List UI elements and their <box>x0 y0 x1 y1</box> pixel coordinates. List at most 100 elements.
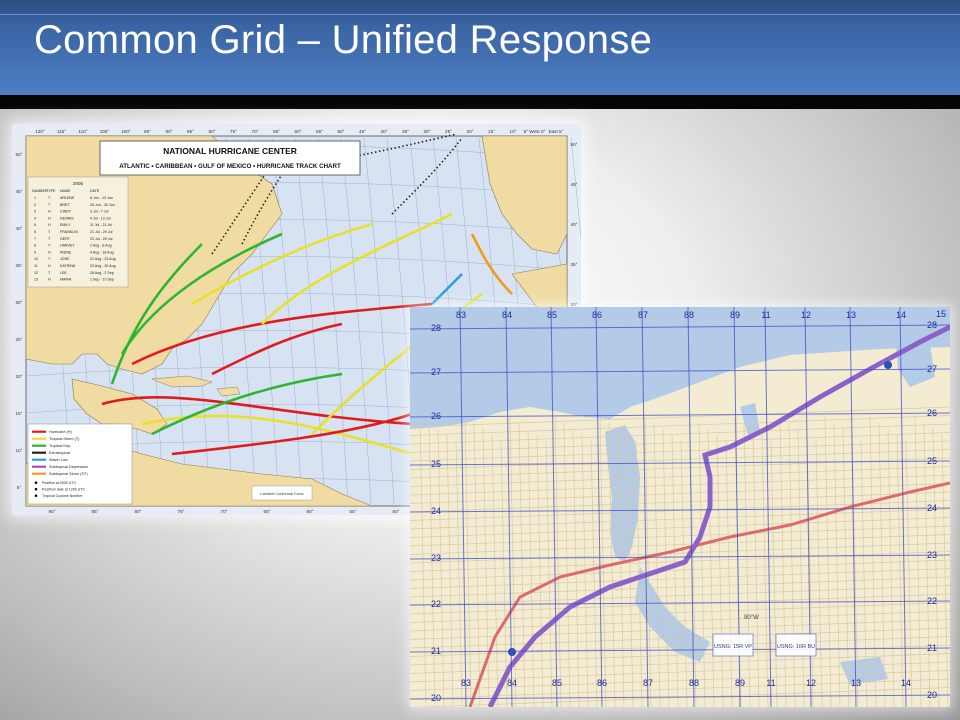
top-longitude-label: 35° <box>402 129 409 134</box>
top-longitude-label: 90° <box>166 129 173 134</box>
title-bar: Common Grid – Unified Response <box>0 0 960 95</box>
grid-bottom-label: 84 <box>507 678 517 688</box>
chart-header-line1: NATIONAL HURRICANE CENTER <box>163 146 297 156</box>
storm-date: 11 Jul - 21 Jul <box>90 223 112 227</box>
storm-date: 4 Aug - 18 Aug <box>90 250 114 254</box>
storm-number: 5 <box>34 223 36 227</box>
left-latitude-label: 50° <box>16 152 23 157</box>
legend-label: Hurricane (H) <box>49 430 73 434</box>
top-longitude-label: 50° <box>338 129 345 134</box>
storm-type: H <box>48 250 51 254</box>
bottom-longitude-label: 85° <box>92 509 99 514</box>
grid-right-label: 21 <box>927 643 937 653</box>
grid-bottom-label: 13 <box>851 678 861 688</box>
grid-right-label: 23 <box>927 550 937 560</box>
bottom-longitude-label: 55° <box>350 509 357 514</box>
storm-name: CINDY <box>60 210 72 214</box>
legend-note-marker <box>34 494 38 498</box>
grid-bottom-label: 86 <box>597 678 607 688</box>
left-latitude-label: 30° <box>16 300 23 305</box>
grid-right-label: 26 <box>927 408 937 418</box>
usng-callout-label: USNG: 15R VP <box>714 644 752 650</box>
grid-left-label: 23 <box>431 553 441 563</box>
grid-right-label: 25 <box>927 456 937 466</box>
storm-date: 23 Jul - 25 Jul <box>90 237 113 241</box>
bottom-longitude-label: 90° <box>49 509 56 514</box>
top-longitude-label: 80° <box>209 129 216 134</box>
storm-name: BRET <box>60 203 70 207</box>
legend-label: Subtropical Depression <box>49 465 88 469</box>
grid-left-label: 27 <box>431 367 441 377</box>
usng-callout-label: USNG: 16R BU <box>777 644 815 650</box>
top-longitude-label: 55° <box>316 129 323 134</box>
grid-bottom-label: 11 <box>766 678 775 688</box>
storm-number: 10 <box>34 257 38 261</box>
left-latitude-label: 25° <box>16 337 23 342</box>
right-latitude-label: 50° <box>571 142 578 147</box>
top-longitude-label: 70° <box>252 129 259 134</box>
storm-date: 1 Sep - 10 Sep <box>90 278 114 282</box>
title-divider-line <box>0 14 960 15</box>
meridian-label: 90°W <box>744 615 759 621</box>
grid-bottom-label: 87 <box>643 678 653 688</box>
right-latitude-label: 45° <box>571 182 578 187</box>
storm-type: H <box>48 216 51 220</box>
storm-type: H <box>48 210 51 214</box>
grid-right-label: 24 <box>927 503 937 513</box>
grid-top-label: 83 <box>456 310 466 320</box>
legend-note: Tropical Cyclone Number <box>42 494 83 498</box>
bottom-longitude-label: 75° <box>178 509 185 514</box>
chart-legend-box <box>27 423 133 505</box>
grid-top-label: 85 <box>547 310 557 320</box>
top-longitude-label: 15° <box>488 129 495 134</box>
corner-grid-label: 15 <box>936 309 946 319</box>
storm-name: MARIA <box>60 278 72 282</box>
legend-label: Tropical Dep. <box>49 444 71 448</box>
storm-number: 4 <box>34 216 36 220</box>
storm-date: 4 Jul - 13 Jul <box>90 216 111 220</box>
bottom-longitude-label: 50° <box>393 509 400 514</box>
title-underline-band <box>0 95 960 109</box>
usng-grid-map: 83 84 85 86 87 88 89 11 12 13 14 83 84 85 86 87 88 89 11 12… <box>409 306 958 709</box>
storm-date: 21 Jul - 29 Jul <box>90 230 113 234</box>
grid-top-label: 84 <box>502 310 512 320</box>
top-longitude-label: 100° <box>121 129 131 134</box>
grid-bottom-label: 12 <box>806 678 816 688</box>
grid-left-label: 25 <box>431 459 441 469</box>
bottom-longitude-label: 65° <box>264 509 271 514</box>
grid-top-label: 13 <box>846 310 856 320</box>
bottom-longitude-label: 70° <box>221 509 228 514</box>
legend-note-marker <box>34 481 38 485</box>
storm-table-year: 2005 <box>73 181 84 186</box>
grid-left-label: 24 <box>431 506 441 516</box>
legend-note-marker <box>34 487 38 491</box>
grid-top-label: 86 <box>592 310 602 320</box>
slide-title: Common Grid – Unified Response <box>34 18 653 62</box>
bottom-longitude-label: 80° <box>135 509 142 514</box>
storm-table-header: NAME <box>60 189 71 193</box>
storm-number: 7 <box>34 237 36 241</box>
chart-header-line2: ATLANTIC • CARIBBEAN • GULF OF MEXICO • … <box>119 163 341 170</box>
top-longitude-label: 60° <box>295 129 302 134</box>
interstate-shield-icon <box>508 648 516 656</box>
grid-top-label: 87 <box>638 310 648 320</box>
grid-right-label: 20 <box>927 690 937 700</box>
storm-name: JOSE <box>60 257 70 261</box>
storm-number: 6 <box>34 230 36 234</box>
storm-number: 11 <box>34 264 38 268</box>
right-latitude-label: 35° <box>571 262 578 267</box>
storm-name: EMILY <box>60 223 71 227</box>
bottom-longitude-label: 60° <box>307 509 314 514</box>
grid-bottom-label: 85 <box>552 678 562 688</box>
top-longitude-label: 65° <box>273 129 280 134</box>
storm-number: 12 <box>34 271 38 275</box>
top-longitude-label: 45° <box>359 129 366 134</box>
storm-name: FRANKLIN <box>60 230 78 234</box>
storm-date: 2 Aug - 8 Aug <box>90 244 112 248</box>
top-longitude-label: East 5° <box>549 129 564 134</box>
grid-map-svg: 83 84 85 86 87 88 89 11 12 13 14 83 84 85 86 87 88 89 11 12… <box>409 306 958 709</box>
top-longitude-label: 20° <box>467 129 474 134</box>
top-longitude-label: 85° <box>187 129 194 134</box>
storm-type: H <box>48 223 51 227</box>
right-latitude-label: 40° <box>571 222 578 227</box>
